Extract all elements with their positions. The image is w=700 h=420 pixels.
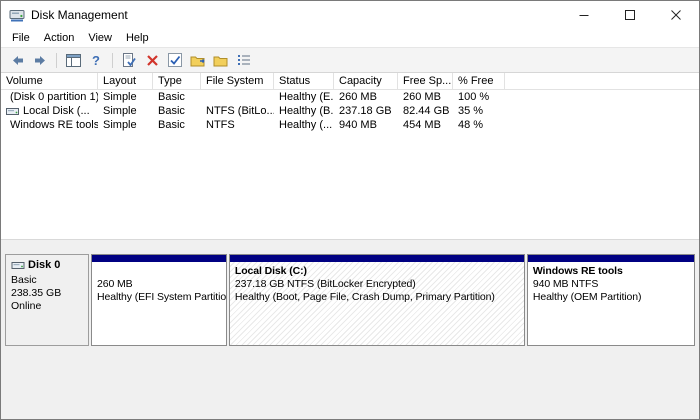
partition-status: Healthy (EFI System Partition) [97,291,226,303]
partition-size: 260 MB [97,278,133,290]
disk-management-window: Disk Management File Action View Help ? … [0,0,700,420]
partition-local-disk-c[interactable]: Local Disk (C:) 237.18 GB NTFS (BitLocke… [228,254,525,346]
window-controls [561,1,699,29]
menu-file[interactable]: File [5,31,37,45]
disk-status: Online [11,300,42,312]
cell-layout: Simple [103,119,137,131]
toolbar-separator [112,52,113,68]
cell-free-space: 260 MB [403,91,441,103]
details-view-icon[interactable] [234,51,254,70]
partition-title [97,265,221,278]
column-header-volume[interactable]: Volume [1,73,98,89]
disk-type: Basic [11,274,37,286]
menu-view[interactable]: View [81,31,119,45]
cell-free-space: 82.44 GB [403,105,450,117]
folder-icon[interactable] [211,51,231,70]
column-header-free-space[interactable]: Free Sp... [398,73,453,89]
volume-row-local-disk[interactable]: Local Disk (... Simple Basic NTFS (BitLo… [1,104,699,118]
cell-pct-free: 100 % [458,91,490,103]
forward-icon[interactable] [30,51,50,70]
maximize-button[interactable] [607,1,653,29]
graphical-view-pane: Disk 0 Basic 238.35 GB Online 260 MB Hea… [1,239,699,419]
menu-action[interactable]: Action [37,31,82,45]
minimize-button[interactable] [561,1,607,29]
column-header-pct-free[interactable]: % Free [453,73,505,89]
cell-layout: Simple [103,91,137,103]
cell-layout: Simple [103,105,137,117]
partition-size: 237.18 GB NTFS (BitLocker Encrypted) [234,278,416,290]
delete-icon[interactable] [142,51,162,70]
cell-type: Basic [158,91,185,103]
show-console-tree-icon[interactable] [63,51,83,70]
partition-size: 940 MB NTFS [532,278,599,290]
partition-title: Local Disk (C:) [234,265,307,277]
titlebar: Disk Management [1,1,699,29]
back-icon[interactable] [7,51,27,70]
toolbar: ? [1,47,699,73]
partition-status: Healthy (Boot, Page File, Crash Dump, Pr… [234,291,495,303]
partition-color-bar [527,255,694,262]
cell-capacity: 237.18 GB [339,105,392,117]
menubar: File Action View Help [1,29,699,47]
toolbar-separator [56,52,57,68]
cell-status: Healthy (E... [279,91,334,103]
column-header-type[interactable]: Type [153,73,201,89]
column-header-layout[interactable]: Layout [98,73,153,89]
disk-icon [11,262,25,269]
cell-file-system: NTFS [206,119,235,131]
verify-icon[interactable] [165,51,185,70]
cell-status: Healthy (... [279,119,333,131]
volume-name: Windows RE tools [10,119,98,131]
app-icon [9,7,25,23]
partition-windows-re-tools[interactable]: Windows RE tools 940 MB NTFS Healthy (OE… [526,254,695,346]
partition-title: Windows RE tools [532,265,623,277]
cell-status: Healthy (B... [279,105,334,117]
cell-capacity: 260 MB [339,91,377,103]
cell-capacity: 940 MB [339,119,377,131]
cell-type: Basic [158,119,185,131]
cell-pct-free: 35 % [458,105,484,117]
volume-icon [6,107,19,115]
column-header-capacity[interactable]: Capacity [334,73,398,89]
cell-file-system: NTFS (BitLo... [206,105,274,117]
volume-name: Local Disk (... [23,105,90,117]
close-button[interactable] [653,1,699,29]
partition-status: Healthy (OEM Partition) [532,291,642,303]
cell-pct-free: 48 % [458,119,484,131]
disk0-info-block[interactable]: Disk 0 Basic 238.35 GB Online [5,254,89,346]
volume-list: Volume Layout Type File System Status Ca… [1,73,699,239]
partition-color-bar [229,255,524,262]
partition-efi-system[interactable]: 260 MB Healthy (EFI System Partition) [91,254,227,346]
disk0-row: Disk 0 Basic 238.35 GB Online 260 MB Hea… [5,254,695,346]
disk-label: Disk 0 [28,259,61,271]
column-header-filler [505,73,699,89]
help-icon[interactable]: ? [86,51,106,70]
cell-type: Basic [158,105,185,117]
volume-row-disk0-partition1[interactable]: (Disk 0 partition 1) Simple Basic Health… [1,90,699,104]
partitions: 260 MB Healthy (EFI System Partition) Lo… [91,254,695,346]
window-title: Disk Management [31,8,128,22]
cell-free-space: 454 MB [403,119,441,131]
column-header-status[interactable]: Status [274,73,334,89]
volume-name: (Disk 0 partition 1) [10,91,98,103]
new-folder-icon[interactable] [188,51,208,70]
volume-row-windows-re-tools[interactable]: Windows RE tools Simple Basic NTFS Healt… [1,118,699,132]
properties-icon[interactable] [119,51,139,70]
column-header-file-system[interactable]: File System [201,73,274,89]
disk-capacity: 238.35 GB [11,287,62,299]
partition-color-bar [92,255,226,262]
volume-list-header: Volume Layout Type File System Status Ca… [1,73,699,90]
menu-help[interactable]: Help [119,31,156,45]
